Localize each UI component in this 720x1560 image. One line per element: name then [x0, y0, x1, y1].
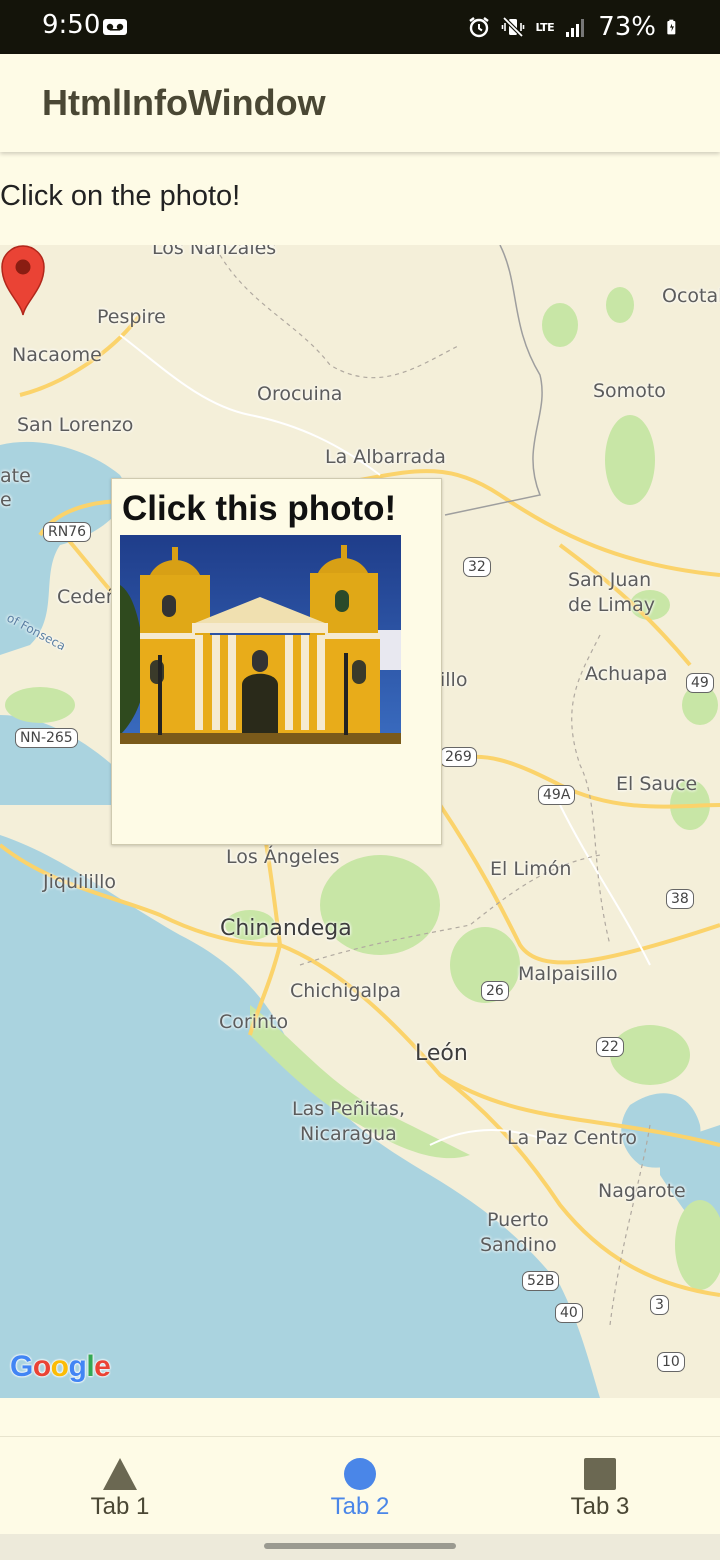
place-label: El Limón — [490, 858, 572, 880]
info-window-title: Click this photo! — [122, 489, 397, 528]
status-icons: LTE 73% — [467, 10, 682, 44]
tab-label: Tab 3 — [570, 1493, 630, 1520]
google-logo: Google — [10, 1350, 111, 1383]
tab-2[interactable]: Tab 2 — [240, 1437, 480, 1535]
place-label: Los Nanzales — [152, 245, 277, 259]
place-label: Nagarote — [598, 1180, 686, 1202]
status-time: 9:50 — [42, 10, 101, 40]
place-label: Somoto — [593, 380, 666, 402]
place-label: Sandino — [480, 1234, 557, 1256]
bottom-nav: Tab 1 Tab 2 Tab 3 — [0, 1436, 720, 1534]
place-label: Corinto — [219, 1011, 289, 1033]
road-shield: 10 — [657, 1352, 685, 1372]
place-label: Puerto — [487, 1209, 549, 1231]
place-label: Malpaisillo — [518, 963, 618, 985]
map-marker-icon[interactable] — [0, 245, 46, 317]
info-window: Click this photo! — [111, 478, 442, 845]
battery-percent: 73% — [598, 12, 656, 42]
signal-icon — [566, 19, 585, 37]
place-label: La Albarrada — [325, 446, 446, 468]
place-label: Chichigalpa — [290, 980, 402, 1002]
road-shield: 52B — [522, 1271, 560, 1291]
road-shield: NN-265 — [15, 728, 78, 748]
tab-1[interactable]: Tab 1 — [0, 1437, 240, 1535]
tab-3[interactable]: Tab 3 — [480, 1437, 720, 1535]
place-label: Nacaome — [12, 344, 102, 366]
alarm-icon — [469, 17, 490, 38]
cathedral-photo[interactable] — [120, 535, 401, 744]
place-label: San Juan — [568, 569, 652, 591]
map-view[interactable]: Los Nanzales Ocotal Pespire Nacaome Oroc… — [0, 245, 720, 1398]
tab-label: Tab 2 — [330, 1493, 390, 1520]
place-label: Pespire — [97, 306, 166, 328]
place-label: Orocuina — [257, 383, 343, 405]
place-label: La Paz Centro — [507, 1127, 637, 1149]
road-shield: 49 — [686, 673, 714, 693]
place-label: San Lorenzo — [17, 414, 134, 436]
place-label: Jiquilillo — [43, 871, 117, 893]
gesture-handle[interactable] — [264, 1543, 456, 1549]
road-shield: 38 — [666, 889, 694, 909]
battery-icon — [667, 19, 676, 35]
place-label: Achuapa — [585, 663, 668, 685]
road-shield: 3 — [650, 1295, 669, 1315]
place-label: Nicaragua — [300, 1123, 397, 1145]
place-label: e — [0, 489, 12, 511]
instruction-text: Click on the photo! — [0, 180, 241, 212]
triangle-icon — [103, 1458, 137, 1490]
place-label: El Sauce — [616, 773, 698, 795]
place-label: Las Peñitas, — [292, 1098, 405, 1120]
app-bar: HtmlInfoWindow — [0, 54, 720, 152]
road-shield: 49A — [538, 785, 576, 805]
square-icon — [584, 1458, 616, 1490]
road-shield: 269 — [440, 747, 477, 767]
circle-icon — [344, 1458, 376, 1490]
place-label: Chinandega — [220, 916, 352, 941]
road-shield: 22 — [596, 1037, 624, 1057]
place-label: Cedeñ — [57, 586, 118, 608]
road-shield: RN76 — [43, 522, 92, 542]
network-type: LTE — [535, 20, 555, 34]
status-bar: 9:50 LTE 73% — [0, 0, 720, 54]
place-label: Los Ángeles — [226, 846, 340, 868]
place-label: León — [415, 1041, 468, 1066]
place-label: de Limay — [568, 594, 656, 616]
road-shield: 40 — [555, 1303, 583, 1323]
tab-label: Tab 1 — [90, 1493, 150, 1520]
place-label: illo — [440, 669, 468, 691]
app-title: HtmlInfoWindow — [42, 82, 326, 123]
place-label: ate — [0, 465, 31, 487]
voicemail-icon — [103, 19, 127, 35]
place-label: Ocotal — [662, 285, 720, 307]
vibrate-off-icon — [502, 16, 525, 38]
road-shield: 26 — [481, 981, 509, 1001]
road-shield: 32 — [463, 557, 491, 577]
